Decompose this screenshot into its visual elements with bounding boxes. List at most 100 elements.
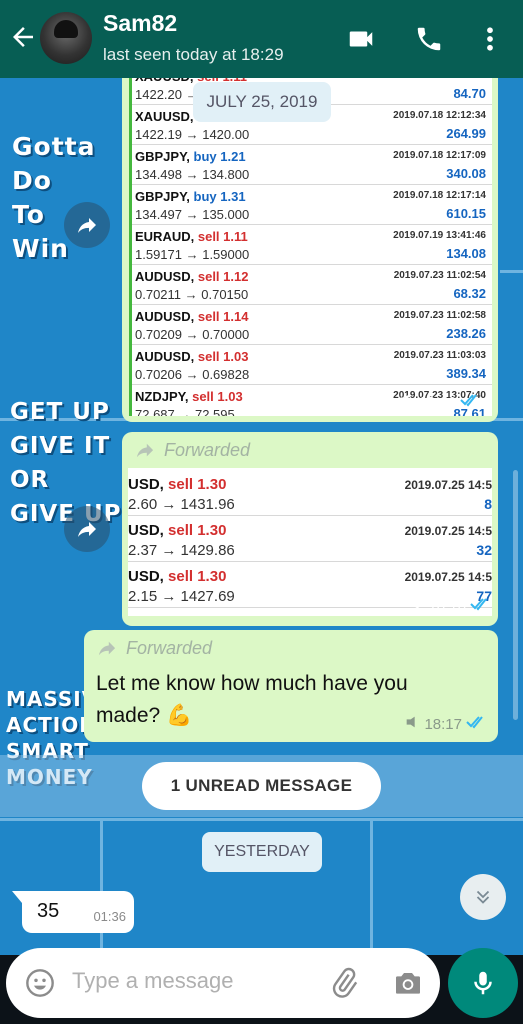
emoji-icon[interactable] bbox=[24, 967, 56, 1004]
message-meta: 18:16 bbox=[398, 392, 480, 412]
trade-profit: 32 bbox=[476, 542, 492, 558]
image-message[interactable]: XAUUSD, sell 1.111422.20 → 1420.002019.0… bbox=[122, 78, 498, 422]
camera-icon[interactable] bbox=[392, 967, 424, 1004]
trade-symbol: USD, sell 1.30 bbox=[128, 522, 227, 539]
trade-datetime: 2019.07.23 11:03:03 bbox=[393, 350, 486, 361]
trade-row: GBPJPY, buy 1.31 134.497 → 135.000 2019.07… bbox=[132, 185, 492, 225]
trade-datetime: 2019.07.18 12:12:34 bbox=[393, 110, 486, 121]
double-check-icon bbox=[470, 597, 490, 615]
forwarded-icon bbox=[98, 641, 116, 655]
contact-name[interactable]: Sam82 bbox=[103, 10, 177, 37]
trade-symbol: NZDJPY, sell 1.03 bbox=[135, 389, 243, 404]
forwarded-label: Forwarded bbox=[96, 638, 212, 659]
trade-row: AUDUSD, sell 1.03 0.70206 → 0.69828 2019.0… bbox=[132, 345, 492, 385]
trade-symbol: AUDUSD, sell 1.03 bbox=[135, 349, 249, 364]
incoming-message[interactable]: 35 01:36 bbox=[12, 891, 134, 933]
double-check-icon bbox=[466, 715, 486, 733]
scroll-to-bottom-button[interactable] bbox=[460, 874, 506, 920]
trade-symbol: GBPJPY, buy 1.31 bbox=[135, 189, 246, 204]
trade-price: 1422.19 → 1420.00 bbox=[135, 127, 250, 142]
trade-profit: 340.08 bbox=[446, 166, 486, 181]
trade-history-image: USD, sell 1.30 2.60 → 1431.96 2019.07.25 1… bbox=[128, 468, 492, 616]
trade-datetime: 2019.07.18 12:17:09 bbox=[393, 150, 486, 161]
trade-datetime: 2019.07.23 11:02:54 bbox=[393, 270, 486, 281]
attach-icon[interactable] bbox=[328, 967, 360, 1004]
media-icon bbox=[404, 714, 420, 734]
message-text: 35 bbox=[37, 900, 60, 922]
trade-profit: 84.70 bbox=[453, 86, 486, 101]
wallpaper-line bbox=[370, 818, 373, 954]
message-text: Let me know how much have you made? 💪 bbox=[96, 672, 408, 727]
date-divider: JULY 25, 2019 bbox=[193, 82, 331, 122]
message-time: 01:36 bbox=[93, 909, 126, 924]
trade-symbol: AUDUSD, sell 1.14 bbox=[135, 309, 249, 324]
trade-direction: sell 1.14 bbox=[197, 309, 249, 324]
trade-profit: 610.15 bbox=[446, 206, 486, 221]
trade-price: 2.15 → 1427.69 bbox=[128, 588, 235, 605]
double-check-icon bbox=[460, 393, 480, 411]
trade-profit: 134.08 bbox=[446, 246, 486, 261]
back-arrow-icon[interactable] bbox=[8, 22, 38, 52]
text-message[interactable]: Forwarded Let me know how much have you … bbox=[84, 630, 498, 742]
trade-datetime: 2019.07.18 12:12:27 bbox=[393, 78, 486, 81]
trade-symbol: GBPJPY, buy 1.21 bbox=[135, 149, 246, 164]
forwarded-label: Forwarded bbox=[134, 440, 250, 461]
video-call-icon[interactable] bbox=[344, 24, 378, 59]
wallpaper-line bbox=[100, 818, 103, 954]
unread-messages-divider: 1 UNREAD MESSAGE bbox=[142, 762, 381, 810]
forward-button[interactable] bbox=[64, 506, 110, 552]
trade-datetime: 2019.07.25 14:5 bbox=[404, 524, 492, 538]
forward-icon bbox=[78, 522, 96, 537]
message-time: 18:16 bbox=[418, 393, 456, 411]
avatar[interactable] bbox=[40, 12, 92, 64]
message-composer: Type a message bbox=[6, 948, 440, 1018]
trade-direction: sell 1.03 bbox=[197, 349, 249, 364]
trade-price: 1.59171 → 1.59000 bbox=[135, 247, 250, 262]
forwarded-icon bbox=[136, 443, 154, 457]
trade-symbol: USD, sell 1.30 bbox=[128, 568, 227, 585]
trade-direction: sell 1.03 bbox=[192, 389, 243, 404]
trade-price: 0.70209 → 0.70000 bbox=[135, 327, 250, 342]
trade-price: 2.60 → 1431.96 bbox=[128, 496, 235, 513]
trade-profit: 8 bbox=[484, 496, 492, 512]
date-divider: YESTERDAY bbox=[202, 832, 322, 872]
voice-call-icon[interactable] bbox=[414, 24, 444, 59]
wallpaper-text-getup: GET UP GIVE IT OR GIVE UP bbox=[10, 399, 122, 527]
trade-direction: buy 1.21 bbox=[193, 149, 246, 164]
trade-row: USD, sell 1.30 2.37 → 1429.86 2019.07.25 1… bbox=[128, 516, 492, 562]
microphone-icon bbox=[474, 971, 492, 995]
trade-history-image: XAUUSD, sell 1.111422.20 → 1420.002019.0… bbox=[129, 78, 492, 416]
trade-price: 0.70206 → 0.69828 bbox=[135, 367, 250, 382]
voice-record-button[interactable] bbox=[448, 948, 518, 1018]
trade-row: EURAUD, sell 1.11 1.59171 → 1.59000 2019.0… bbox=[132, 225, 492, 265]
wallpaper-line bbox=[500, 270, 523, 273]
image-message[interactable]: Forwarded USD, sell 1.30 2.60 → 1431.96 20… bbox=[122, 432, 498, 626]
trade-datetime: 2019.07.25 14:5 bbox=[404, 570, 492, 584]
trade-profit: 68.32 bbox=[453, 286, 486, 301]
trade-datetime: 2019.07.18 12:17:14 bbox=[393, 190, 486, 201]
trade-datetime: 2019.07.25 14:5 bbox=[404, 478, 492, 492]
trade-direction: buy 1.31 bbox=[193, 189, 246, 204]
scrollbar[interactable] bbox=[513, 470, 518, 720]
message-meta: 18:16 bbox=[408, 596, 490, 616]
trade-symbol: EURAUD, sell 1.11 bbox=[135, 229, 248, 244]
trade-direction: sell 1.30 bbox=[168, 522, 227, 539]
message-input[interactable]: Type a message bbox=[72, 968, 233, 994]
trade-direction: sell 1.30 bbox=[168, 476, 227, 493]
trade-datetime: 2019.07.19 13:41:46 bbox=[393, 230, 486, 241]
trade-datetime: 2019.07.23 11:02:58 bbox=[393, 310, 486, 321]
trade-profit: 389.34 bbox=[446, 366, 486, 381]
last-seen-status: last seen today at 18:29 bbox=[103, 45, 284, 64]
trade-row: GBPJPY, buy 1.21 134.498 → 134.800 2019.07… bbox=[132, 145, 492, 185]
wallpaper-line bbox=[0, 818, 523, 821]
trade-direction: sell 1.30 bbox=[168, 568, 227, 585]
forward-button[interactable] bbox=[64, 202, 110, 248]
trade-direction: sell 1.12 bbox=[197, 269, 249, 284]
trade-row: USD, sell 1.30 2.60 → 1431.96 2019.07.25 1… bbox=[128, 470, 492, 516]
trade-row: AUDUSD, sell 1.12 0.70211 → 0.70150 2019.0… bbox=[132, 265, 492, 305]
message-meta: 18:17 bbox=[404, 714, 486, 734]
more-options-icon[interactable] bbox=[480, 24, 500, 59]
forward-icon bbox=[78, 218, 96, 233]
chat-header: Sam82 last seen today at 18:29 bbox=[0, 0, 523, 78]
trade-price: 134.497 → 135.000 bbox=[135, 207, 250, 222]
